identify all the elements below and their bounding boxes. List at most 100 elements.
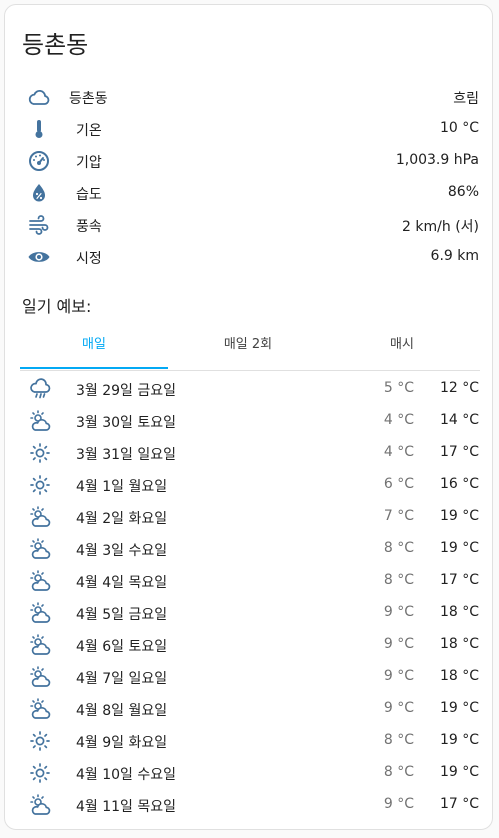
forecast-high: 17 °C <box>439 796 479 812</box>
forecast-high: 18 °C <box>439 604 479 620</box>
forecast-row: 4월 7일 일요일 9 °C 18 °C <box>5 662 494 694</box>
forecast-high: 19 °C <box>439 764 479 780</box>
forecast-day: 4월 8일 월요일 <box>76 703 168 719</box>
forecast-low: 5 °C <box>383 380 414 396</box>
partly-cloudy-icon <box>28 569 52 593</box>
forecast-high: 18 °C <box>439 668 479 684</box>
gauge-icon <box>27 149 51 173</box>
attribute-value: 6.9 km <box>430 248 479 264</box>
card-title: 등촌동 <box>22 31 89 59</box>
partly-cloudy-icon <box>28 537 52 561</box>
location-label: 등촌동 <box>69 91 108 107</box>
forecast-day: 4월 1일 월요일 <box>76 479 168 495</box>
attribute-label: 기압 <box>76 155 102 171</box>
attribute-value: 2 km/h (서) <box>402 219 479 235</box>
forecast-low: 9 °C <box>383 636 414 652</box>
forecast-high: 16 °C <box>439 476 479 492</box>
attribute-label: 풍속 <box>76 219 102 235</box>
forecast-low: 7 °C <box>383 508 414 524</box>
forecast-low: 9 °C <box>383 604 414 620</box>
attribute-label: 기온 <box>76 123 102 139</box>
forecast-low: 6 °C <box>383 476 414 492</box>
forecast-high: 19 °C <box>439 508 479 524</box>
forecast-day: 4월 5일 금요일 <box>76 607 168 623</box>
weather-card: 등촌동 등촌동 흐림 기온 10 °C 기압 1,003.9 hPa 습도 86% 풍속 2 … <box>4 4 493 830</box>
condition-value: 흐림 <box>453 91 479 107</box>
attribute-value: 86% <box>447 184 479 200</box>
forecast-row: 4월 10일 수요일 8 °C 19 °C <box>5 758 494 790</box>
forecast-row: 4월 4일 목요일 8 °C 17 °C <box>5 566 494 598</box>
forecast-day: 4월 10일 수요일 <box>76 767 177 783</box>
sunny-icon <box>28 441 52 465</box>
tab-daily[interactable]: 매일 <box>20 325 168 369</box>
forecast-row: 4월 3일 수요일 8 °C 19 °C <box>5 534 494 566</box>
forecast-day: 4월 9일 화요일 <box>76 735 168 751</box>
attribute-row: 기온 10 °C <box>5 113 494 145</box>
forecast-row: 4월 6일 토요일 9 °C 18 °C <box>5 630 494 662</box>
attribute-value: 10 °C <box>439 120 479 136</box>
forecast-high: 17 °C <box>439 444 479 460</box>
forecast-row: 4월 1일 월요일 6 °C 16 °C <box>5 470 494 502</box>
forecast-high: 19 °C <box>439 700 479 716</box>
weather-windy-icon <box>27 213 51 237</box>
water-percent-icon <box>27 181 51 205</box>
forecast-day: 4월 2일 화요일 <box>76 511 168 527</box>
forecast-high: 12 °C <box>439 380 479 396</box>
forecast-row: 4월 5일 금요일 9 °C 18 °C <box>5 598 494 630</box>
attribute-row: 시정 6.9 km <box>5 241 494 273</box>
forecast-day: 3월 29일 금요일 <box>76 383 177 399</box>
forecast-tabs: 매일 매일 2회 매시 <box>20 325 480 371</box>
forecast-day: 3월 31일 일요일 <box>76 447 177 463</box>
forecast-low: 8 °C <box>383 540 414 556</box>
partly-cloudy-icon <box>28 633 52 657</box>
forecast-row: 4월 11일 목요일 9 °C 17 °C <box>5 790 494 822</box>
current-condition-row[interactable]: 등촌동 흐림 <box>5 81 494 113</box>
forecast-day: 4월 11일 목요일 <box>76 799 177 815</box>
cloudy-icon <box>27 85 51 109</box>
forecast-day: 4월 6일 토요일 <box>76 639 168 655</box>
forecast-day: 3월 30일 토요일 <box>76 415 177 431</box>
partly-cloudy-icon <box>28 505 52 529</box>
forecast-low: 8 °C <box>383 572 414 588</box>
forecast-high: 18 °C <box>439 636 479 652</box>
attribute-label: 시정 <box>76 251 102 267</box>
partly-cloudy-icon <box>28 793 52 817</box>
forecast-row: 4월 8일 월요일 9 °C 19 °C <box>5 694 494 726</box>
rainy-icon <box>28 377 52 401</box>
forecast-row: 3월 31일 일요일 4 °C 17 °C <box>5 438 494 470</box>
forecast-day: 4월 4일 목요일 <box>76 575 168 591</box>
attribute-label: 습도 <box>76 187 102 203</box>
eye-icon <box>27 245 51 269</box>
attribute-row: 기압 1,003.9 hPa <box>5 145 494 177</box>
sunny-icon <box>28 473 52 497</box>
forecast-high: 19 °C <box>439 732 479 748</box>
tab-hourly[interactable]: 매시 <box>328 325 476 369</box>
forecast-day: 4월 7일 일요일 <box>76 671 168 687</box>
attribute-row: 습도 86% <box>5 177 494 209</box>
forecast-low: 9 °C <box>383 796 414 812</box>
forecast-row: 3월 29일 금요일 5 °C 12 °C <box>5 374 494 406</box>
forecast-title: 일기 예보: <box>22 297 92 316</box>
sunny-icon <box>28 729 52 753</box>
attribute-row: 풍속 2 km/h (서) <box>5 209 494 241</box>
forecast-low: 8 °C <box>383 764 414 780</box>
forecast-row: 4월 9일 화요일 8 °C 19 °C <box>5 726 494 758</box>
sunny-icon <box>28 761 52 785</box>
forecast-high: 17 °C <box>439 572 479 588</box>
forecast-low: 9 °C <box>383 700 414 716</box>
forecast-row: 3월 30일 토요일 4 °C 14 °C <box>5 406 494 438</box>
thermometer-icon <box>27 117 51 141</box>
partly-cloudy-icon <box>28 665 52 689</box>
tab-twice-daily[interactable]: 매일 2회 <box>174 325 322 369</box>
forecast-high: 19 °C <box>439 540 479 556</box>
forecast-low: 8 °C <box>383 732 414 748</box>
forecast-day: 4월 3일 수요일 <box>76 543 168 559</box>
partly-cloudy-icon <box>28 697 52 721</box>
partly-cloudy-icon <box>28 409 52 433</box>
forecast-low: 4 °C <box>383 412 414 428</box>
forecast-low: 4 °C <box>383 444 414 460</box>
attribute-value: 1,003.9 hPa <box>395 152 479 168</box>
forecast-high: 14 °C <box>439 412 479 428</box>
forecast-low: 9 °C <box>383 668 414 684</box>
partly-cloudy-icon <box>28 601 52 625</box>
